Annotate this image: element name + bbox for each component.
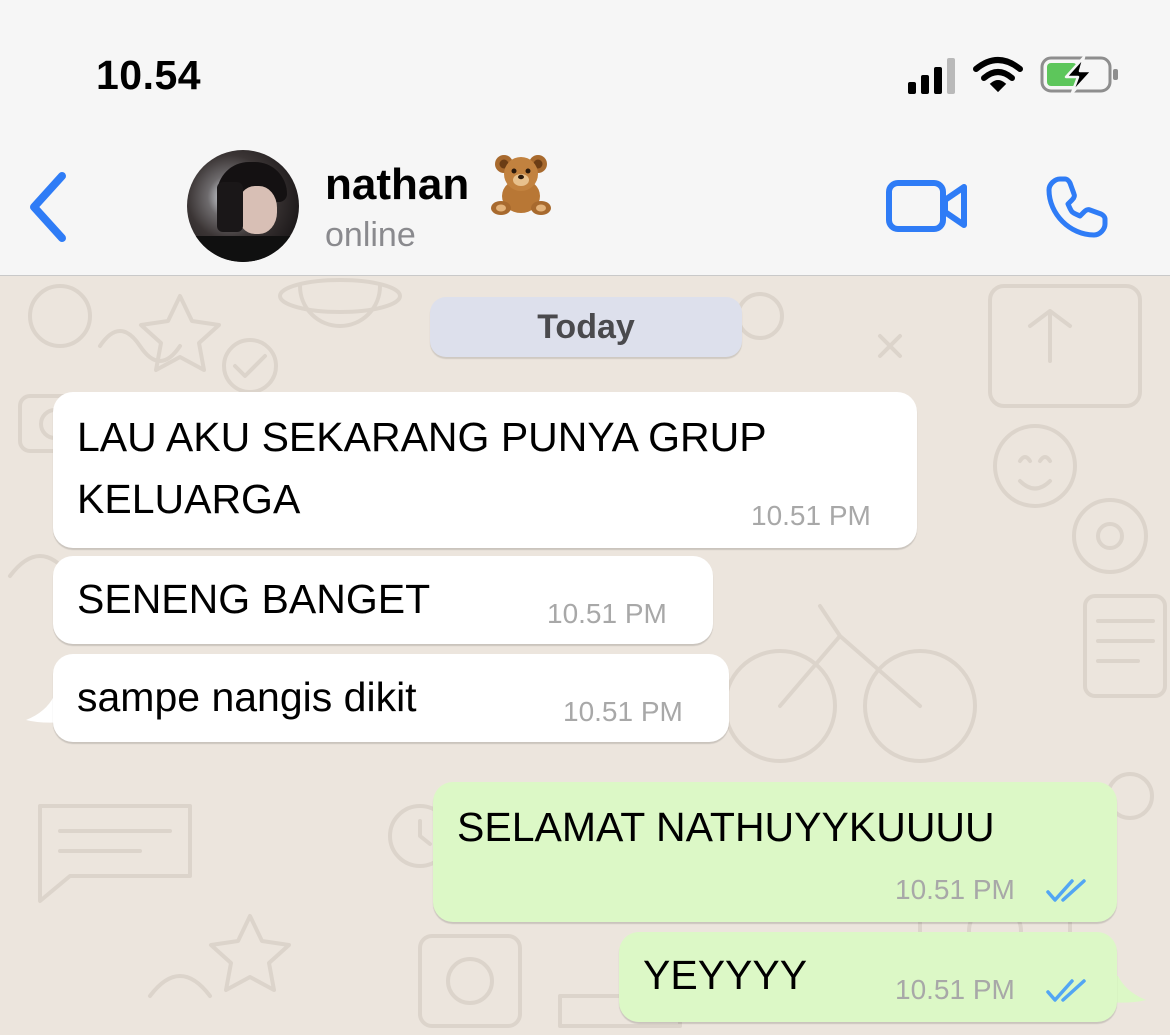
read-ticks-icon xyxy=(1046,879,1086,902)
contact-name[interactable]: nathan xyxy=(325,160,469,210)
message-text-line: sampe nangis dikit xyxy=(77,674,417,720)
phone-call-icon[interactable] xyxy=(1044,174,1110,240)
message-text-line: SELAMAT NATHUYYKUUUU xyxy=(457,804,995,850)
incoming-message[interactable]: LAU AKU SEKARANG PUNYA GRUP KELUARGA 10.… xyxy=(53,392,917,548)
back-chevron-icon[interactable] xyxy=(22,170,76,244)
chat-header: nathan online xyxy=(0,140,1170,276)
cellular-signal-icon xyxy=(908,58,955,94)
incoming-message[interactable]: sampe nangis dikit 10.51 PM xyxy=(53,654,729,742)
battery-charging-icon xyxy=(1040,55,1118,95)
status-bar: 10.54 xyxy=(0,0,1170,140)
message-text-line: SENENG BANGET xyxy=(77,576,431,622)
message-text-line: KELUARGA xyxy=(77,476,301,522)
read-ticks-icon xyxy=(1046,979,1086,1002)
message-text-line: YEYYYY xyxy=(643,952,808,998)
message-timestamp: 10.51 PM xyxy=(895,974,1015,1005)
outgoing-message[interactable]: YEYYYY 10.51 PM xyxy=(619,932,1117,1022)
message-timestamp: 10.51 PM xyxy=(547,598,667,629)
contact-status: online xyxy=(325,216,416,254)
wifi-icon xyxy=(973,57,1023,93)
video-call-icon[interactable] xyxy=(885,178,969,234)
teddy-bear-icon xyxy=(491,155,551,215)
status-icons xyxy=(908,55,1118,95)
incoming-message[interactable]: SENENG BANGET 10.51 PM xyxy=(53,556,713,644)
contact-avatar[interactable] xyxy=(187,150,299,262)
status-time: 10.54 xyxy=(96,52,202,98)
message-timestamp: 10.51 PM xyxy=(751,500,871,531)
date-separator: Today xyxy=(430,297,742,357)
message-timestamp: 10.51 PM xyxy=(895,874,1015,905)
chat-area[interactable]: Today LAU AKU SEKARANG PUNYA GRUP KELUAR… xyxy=(0,276,1170,1035)
message-timestamp: 10.51 PM xyxy=(563,696,683,727)
message-text-line: LAU AKU SEKARANG PUNYA GRUP xyxy=(77,414,767,460)
outgoing-message[interactable]: SELAMAT NATHUYYKUUUU 10.51 PM xyxy=(433,782,1117,922)
